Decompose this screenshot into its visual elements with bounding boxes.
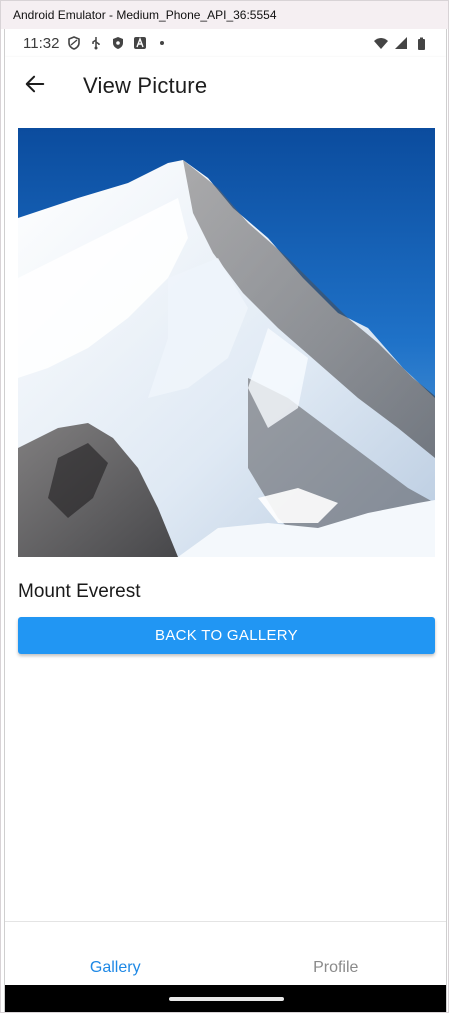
emulator-title-bar: Android Emulator - Medium_Phone_API_36:5… [1, 1, 448, 29]
battery-icon [414, 36, 428, 50]
status-bar: 11:32 [5, 29, 446, 57]
back-button[interactable] [7, 58, 63, 114]
usb-icon [89, 36, 103, 50]
mountain-photo [18, 128, 435, 557]
wifi-icon [374, 36, 388, 50]
app-bar: View Picture [5, 57, 446, 115]
arrow-back-icon [24, 73, 46, 100]
home-gesture-handle[interactable] [169, 997, 284, 1001]
main-content: Mount Everest BACK TO GALLERY [5, 115, 446, 921]
picture-title: Mount Everest [18, 581, 141, 602]
bottom-navigation: Gallery Profile [5, 921, 446, 985]
status-left: 11:32 [23, 35, 169, 52]
status-time: 11:32 [23, 34, 60, 52]
mountain-illustration [18, 128, 435, 557]
phone-screen: 11:32 View Picture Mount Everest BACK TO… [4, 29, 447, 1012]
emulator-window: Android Emulator - Medium_Phone_API_36:5… [0, 0, 449, 1013]
emulator-title: Android Emulator - Medium_Phone_API_36:5… [13, 8, 277, 22]
font-a-icon [133, 36, 147, 50]
page-title: View Picture [83, 73, 208, 98]
dot-icon [155, 36, 169, 50]
status-right [374, 36, 428, 50]
shield-outline-icon [67, 36, 81, 50]
back-to-gallery-button[interactable]: BACK TO GALLERY [18, 617, 435, 654]
shield-filled-icon [111, 36, 125, 50]
nav-item-gallery[interactable]: Gallery [5, 922, 226, 985]
signal-icon [394, 36, 408, 50]
nav-item-profile[interactable]: Profile [226, 922, 447, 985]
gesture-bar [5, 985, 446, 1012]
